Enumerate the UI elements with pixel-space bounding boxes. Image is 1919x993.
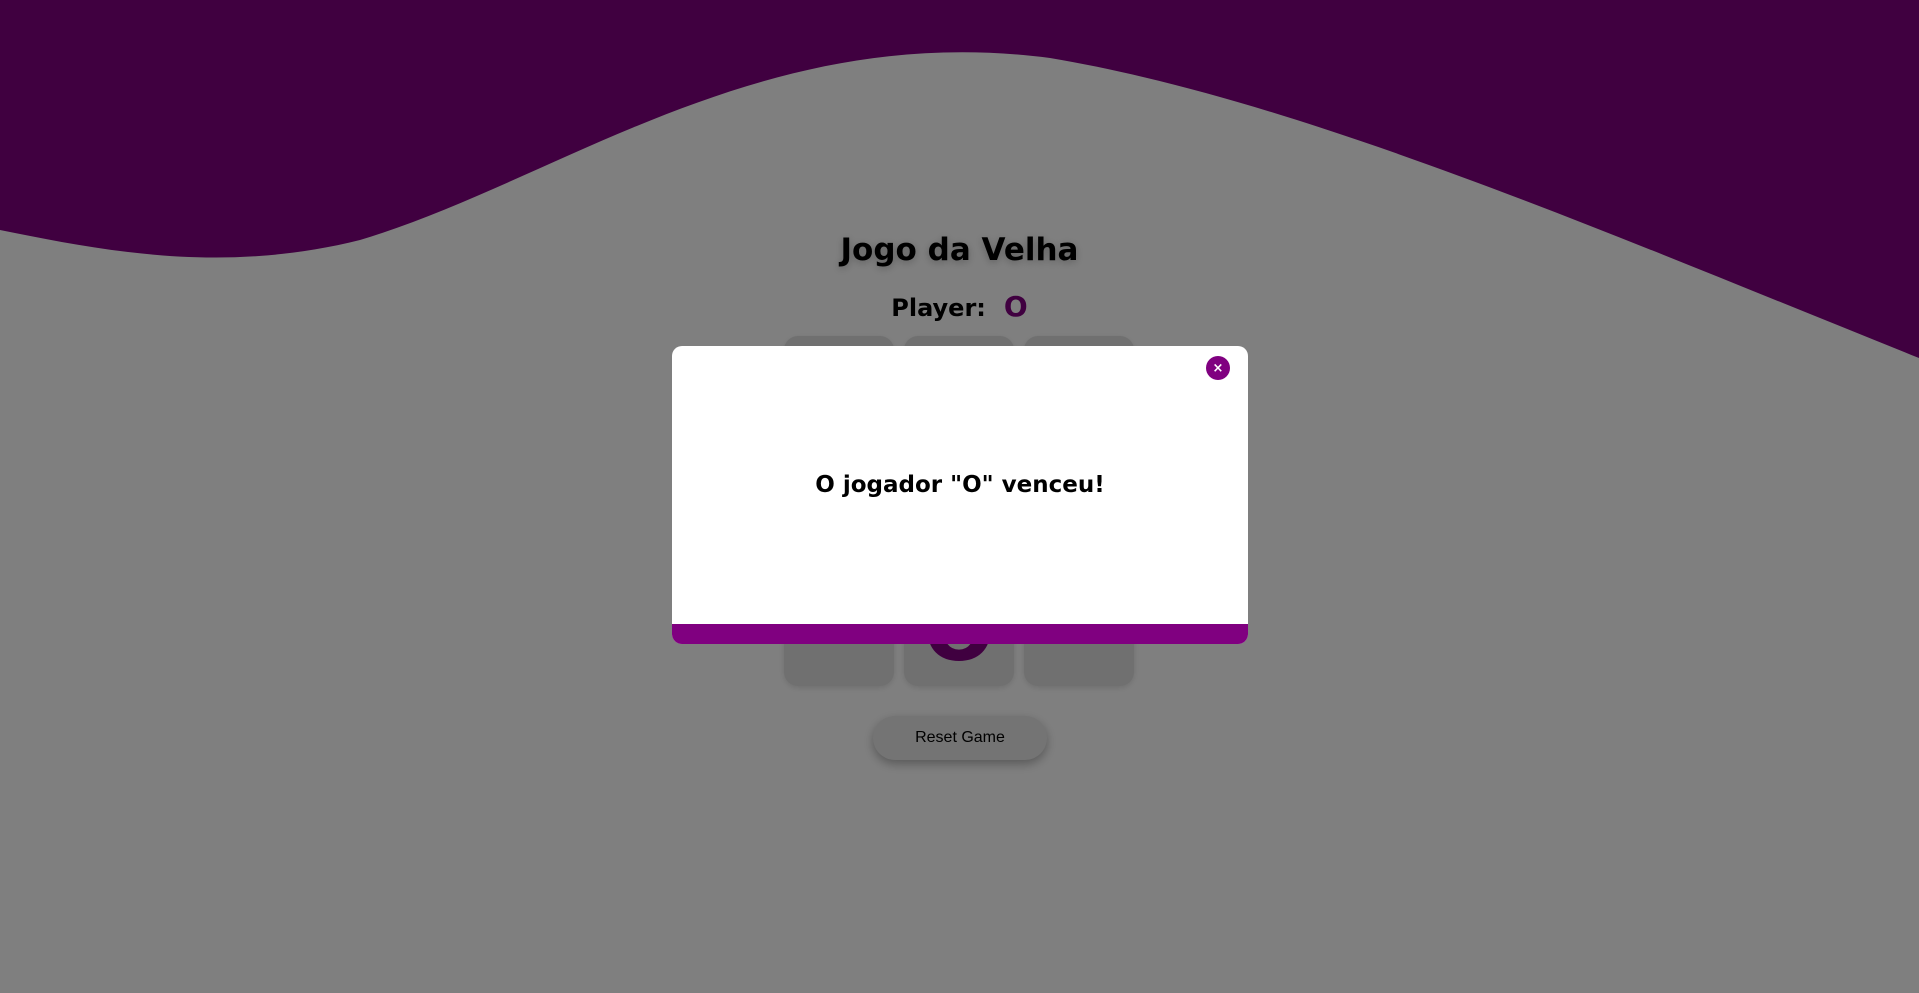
modal-bottom-bar bbox=[672, 624, 1248, 644]
winner-message: O jogador "O" venceu! bbox=[815, 472, 1105, 498]
close-icon[interactable]: × bbox=[1206, 356, 1230, 380]
winner-modal: × O jogador "O" venceu! bbox=[672, 346, 1248, 644]
